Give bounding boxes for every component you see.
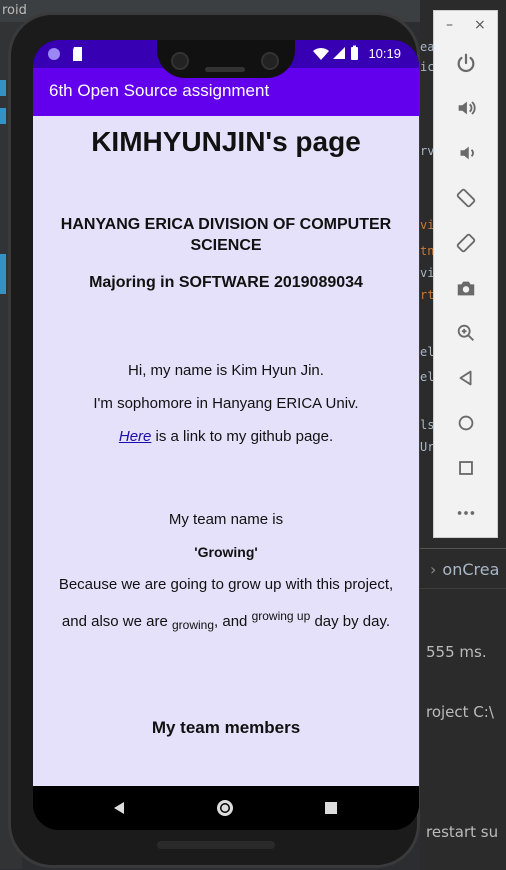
screenshot-button[interactable] [450, 272, 482, 304]
more-button[interactable] [450, 497, 482, 529]
volume-up-button[interactable] [450, 92, 482, 124]
also-pre: and also we are [61, 613, 172, 630]
home-button[interactable] [450, 407, 482, 439]
emulator-toolbar: – × [433, 10, 498, 538]
department-text: HANYANG ERICA DIVISION OF COMPUTER SCIEN… [60, 216, 392, 254]
team-label: My team name is [168, 511, 284, 528]
also-post: day by day. [310, 613, 391, 630]
github-line-rest: is a link to my github page. [151, 428, 334, 445]
ide-marker [0, 80, 6, 96]
chevron-right-icon: › [430, 560, 437, 579]
status-time: 10:19 [368, 46, 401, 61]
nav-back-icon[interactable] [113, 801, 125, 815]
wifi-icon [313, 47, 329, 60]
major-text: Majoring in SOFTWARE 2019089034 [89, 274, 363, 291]
intro-line-1: Hi, my name is Kim Hyun Jin. [128, 362, 324, 379]
phone-screen: 10:19 6th Open Source assignment KIMHYUN… [33, 40, 419, 830]
home-icon [458, 415, 474, 431]
zoom-icon [457, 324, 474, 341]
ide-marker [0, 108, 6, 124]
back-button[interactable] [450, 362, 482, 394]
rotate-right-icon [456, 233, 476, 253]
camera-notch [157, 40, 295, 78]
battery-icon [351, 45, 358, 60]
nav-bar [33, 786, 419, 830]
signal-icon [333, 47, 345, 59]
rotate-left-button[interactable] [450, 182, 482, 214]
overview-icon [459, 461, 473, 475]
also-line: and also we are growing, and growing up … [33, 609, 419, 632]
power-button[interactable] [450, 47, 482, 79]
team-members-heading: My team members [151, 718, 301, 737]
notification-dot-icon [48, 48, 60, 60]
rotate-left-icon [456, 188, 476, 208]
volume-down-button[interactable] [450, 137, 482, 169]
nav-overview-icon[interactable] [325, 802, 337, 814]
close-button[interactable]: × [474, 17, 486, 33]
bottom-speaker [157, 841, 275, 849]
power-icon [457, 53, 475, 73]
overview-button[interactable] [450, 452, 482, 484]
back-icon [459, 370, 472, 386]
log-line: 555 ms. [426, 643, 487, 661]
intro-line-2: I'm sophomore in Hanyang ERICA Univ. [93, 395, 359, 412]
camera-icon [457, 281, 475, 296]
also-mid: , and [214, 613, 252, 630]
growing-subscript: growing [172, 618, 215, 632]
phone-frame: 10:19 6th Open Source assignment KIMHYUN… [8, 12, 420, 868]
volume-down-icon [460, 146, 474, 160]
log-line: roject C:\ [426, 703, 494, 721]
volume-up-icon [458, 101, 476, 115]
team-name: 'Growing' [194, 544, 258, 560]
ide-breadcrumb[interactable]: › onCrea [430, 560, 499, 579]
rotate-right-button[interactable] [450, 227, 482, 259]
nav-home-icon[interactable] [216, 799, 234, 817]
ide-divider [420, 548, 506, 549]
ide-marker [0, 254, 6, 294]
more-icon [457, 511, 475, 515]
growing-up-superscript: growing up [251, 609, 311, 623]
earpiece-speaker [205, 67, 245, 72]
github-line: Here is a link to my github page. [33, 428, 419, 445]
github-link[interactable]: Here [119, 428, 152, 445]
app-title: 6th Open Source assignment [49, 81, 270, 100]
log-line: restart su [426, 823, 499, 841]
zoom-button[interactable] [450, 317, 482, 349]
ide-run-panel: 555 ms. roject C:\ restart su [420, 588, 506, 870]
minimize-button[interactable]: – [446, 17, 453, 33]
camera-lens [261, 52, 279, 70]
because-line: Because we are going to grow up with thi… [58, 576, 394, 593]
page-content: KIMHYUNJIN's page HANYANG ERICA DIVISION… [33, 116, 419, 786]
ide-top-text: roid [2, 3, 27, 18]
sd-card-icon [73, 47, 82, 61]
page-title: KIMHYUNJIN's page [91, 126, 361, 157]
camera-lens [171, 52, 189, 70]
breadcrumb-label: onCrea [442, 560, 500, 579]
